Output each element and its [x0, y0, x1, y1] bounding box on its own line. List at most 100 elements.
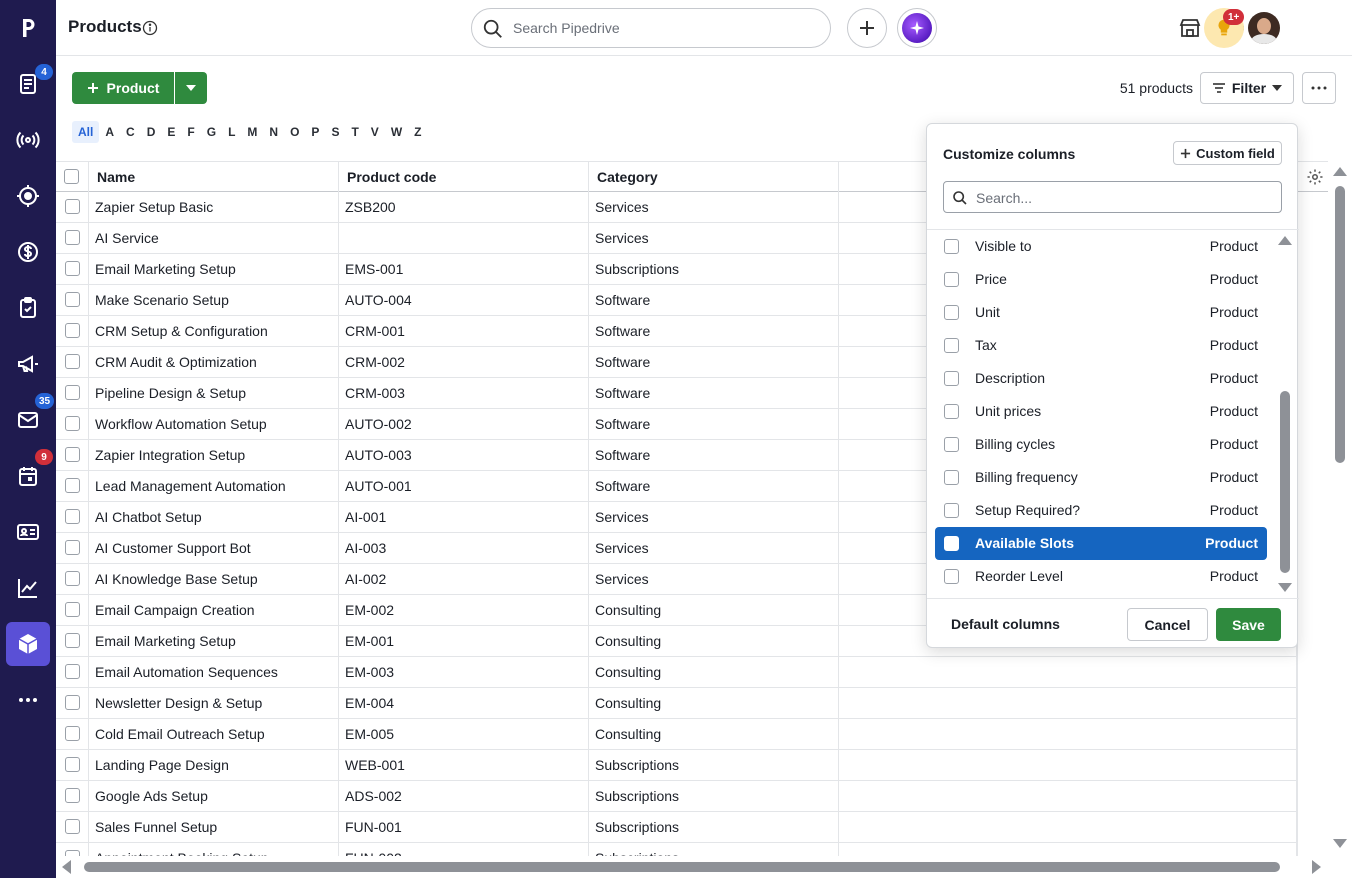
product-code-cell[interactable]: AUTO-004 — [339, 285, 589, 315]
column-search-input[interactable]: Search... — [943, 181, 1282, 213]
scroll-left-arrow-icon[interactable] — [62, 860, 71, 874]
letter-filter-z[interactable]: Z — [408, 121, 427, 143]
category-cell[interactable]: Subscriptions — [589, 812, 839, 842]
name-cell[interactable]: Pipeline Design & Setup — [89, 378, 339, 408]
name-cell[interactable]: Zapier Setup Basic — [89, 192, 339, 222]
letter-filter-all[interactable]: All — [72, 121, 100, 143]
category-cell[interactable]: Software — [589, 347, 839, 377]
column-option[interactable]: Setup Required? Product — [935, 494, 1267, 527]
column-option[interactable]: Reorder Level Product — [935, 560, 1267, 593]
nav-contacts[interactable] — [0, 504, 56, 560]
column-option[interactable]: Description Product — [935, 362, 1267, 395]
category-cell[interactable]: Software — [589, 378, 839, 408]
category-cell[interactable]: Subscriptions — [589, 781, 839, 811]
letter-filter-m[interactable]: M — [241, 121, 263, 143]
column-option[interactable]: Available Slots Product — [935, 527, 1267, 560]
product-code-cell[interactable]: ADS-002 — [339, 781, 589, 811]
letter-filter-a[interactable]: A — [99, 121, 120, 143]
nav-insights[interactable] — [0, 560, 56, 616]
letter-filter-v[interactable]: V — [365, 121, 385, 143]
category-cell[interactable]: Consulting — [589, 688, 839, 718]
category-cell[interactable]: Software — [589, 316, 839, 346]
category-cell[interactable]: Consulting — [589, 719, 839, 749]
name-cell[interactable]: Google Ads Setup — [89, 781, 339, 811]
nav-leads[interactable] — [0, 112, 56, 168]
name-cell[interactable]: AI Service — [89, 223, 339, 253]
name-cell[interactable]: AI Customer Support Bot — [89, 533, 339, 563]
product-code-cell[interactable]: FUN-002 — [339, 843, 589, 856]
column-option[interactable]: Billing cycles Product — [935, 428, 1267, 461]
letter-filter-t[interactable]: T — [345, 121, 364, 143]
horizontal-scrollbar[interactable] — [56, 856, 1328, 878]
avatar[interactable] — [1248, 12, 1280, 44]
category-cell[interactable]: Consulting — [589, 626, 839, 656]
nav-more[interactable] — [0, 672, 56, 728]
column-option-checkbox[interactable] — [944, 569, 959, 584]
letter-filter-n[interactable]: N — [263, 121, 284, 143]
scroll-down-arrow-icon[interactable] — [1333, 839, 1347, 848]
column-option-checkbox[interactable] — [944, 239, 959, 254]
column-option[interactable]: Unit prices Product — [935, 395, 1267, 428]
category-cell[interactable]: Subscriptions — [589, 750, 839, 780]
pipedrive-logo[interactable] — [0, 0, 56, 56]
product-code-cell[interactable]: EM-005 — [339, 719, 589, 749]
letter-filter-d[interactable]: D — [141, 121, 162, 143]
name-cell[interactable]: Lead Management Automation — [89, 471, 339, 501]
name-cell[interactable]: Workflow Automation Setup — [89, 409, 339, 439]
column-option-checkbox[interactable] — [944, 437, 959, 452]
name-cell[interactable]: Newsletter Design & Setup — [89, 688, 339, 718]
category-cell[interactable]: Subscriptions — [589, 254, 839, 284]
column-option-checkbox[interactable] — [944, 404, 959, 419]
info-icon[interactable] — [142, 20, 158, 36]
name-cell[interactable]: Appointment Booking Setup — [89, 843, 339, 856]
letter-filter-p[interactable]: P — [305, 121, 325, 143]
letter-filter-g[interactable]: G — [201, 121, 222, 143]
product-code-cell[interactable]: AUTO-002 — [339, 409, 589, 439]
add-product-button[interactable]: Product — [72, 72, 174, 104]
name-cell[interactable]: AI Knowledge Base Setup — [89, 564, 339, 594]
column-option[interactable]: Billing frequency Product — [935, 461, 1267, 494]
name-cell[interactable]: Email Campaign Creation — [89, 595, 339, 625]
options-scroll-thumb[interactable] — [1280, 391, 1290, 573]
product-code-cell[interactable]: ZSB200 — [339, 192, 589, 222]
category-cell[interactable]: Services — [589, 564, 839, 594]
name-cell[interactable]: Email Marketing Setup — [89, 626, 339, 656]
name-cell[interactable]: AI Chatbot Setup — [89, 502, 339, 532]
product-code-cell[interactable]: CRM-002 — [339, 347, 589, 377]
product-code-cell[interactable] — [339, 223, 589, 253]
column-option[interactable]: Unit Product — [935, 296, 1267, 329]
product-code-cell[interactable]: AI-001 — [339, 502, 589, 532]
letter-filter-o[interactable]: O — [284, 121, 305, 143]
nav-mail[interactable]: 35 — [0, 392, 56, 448]
letter-filter-s[interactable]: S — [325, 121, 345, 143]
table-row[interactable]: Landing Page Design WEB-001 Subscriptions — [56, 750, 1297, 781]
column-header-name[interactable]: Name — [89, 162, 339, 192]
product-code-cell[interactable]: CRM-001 — [339, 316, 589, 346]
product-code-cell[interactable]: EM-003 — [339, 657, 589, 687]
name-cell[interactable]: Email Marketing Setup — [89, 254, 339, 284]
table-row[interactable]: Email Automation Sequences EM-003 Consulti… — [56, 657, 1297, 688]
options-scrollbar[interactable] — [1277, 230, 1293, 598]
product-code-cell[interactable]: WEB-001 — [339, 750, 589, 780]
vertical-scroll-thumb[interactable] — [1335, 186, 1345, 463]
nav-projects[interactable] — [0, 280, 56, 336]
letter-filter-w[interactable]: W — [385, 121, 408, 143]
column-option-checkbox[interactable] — [944, 272, 959, 287]
column-option-checkbox[interactable] — [944, 470, 959, 485]
table-row[interactable]: Cold Email Outreach Setup EM-005 Consultin… — [56, 719, 1297, 750]
category-cell[interactable]: Services — [589, 223, 839, 253]
scroll-up-arrow-icon[interactable] — [1333, 167, 1347, 176]
category-cell[interactable]: Software — [589, 471, 839, 501]
product-code-cell[interactable]: EMS-001 — [339, 254, 589, 284]
nav-deals[interactable] — [0, 168, 56, 224]
name-cell[interactable]: Cold Email Outreach Setup — [89, 719, 339, 749]
category-cell[interactable]: Consulting — [589, 595, 839, 625]
column-option[interactable]: Price Product — [935, 263, 1267, 296]
product-code-cell[interactable]: AI-003 — [339, 533, 589, 563]
nav-products[interactable] — [0, 616, 56, 672]
default-columns-button[interactable]: Default columns — [951, 616, 1060, 632]
filter-button[interactable]: Filter — [1200, 72, 1294, 104]
marketplace-icon[interactable] — [1178, 16, 1202, 40]
name-cell[interactable]: Make Scenario Setup — [89, 285, 339, 315]
table-row[interactable]: Sales Funnel Setup FUN-001 Subscriptions — [56, 812, 1297, 843]
